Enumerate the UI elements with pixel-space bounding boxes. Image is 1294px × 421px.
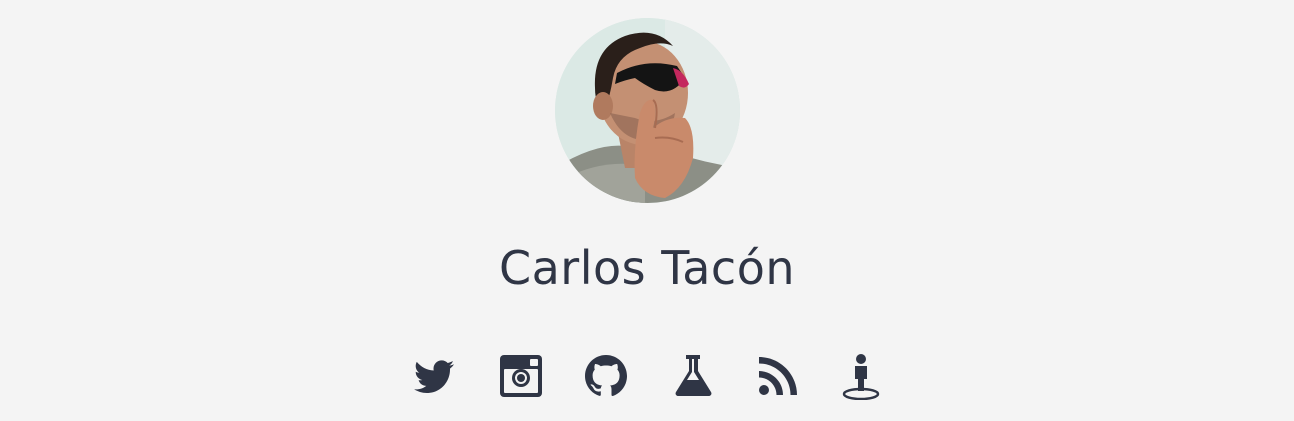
rss-icon (759, 357, 797, 395)
twitter-icon (414, 360, 454, 393)
github-link[interactable] (582, 352, 630, 400)
location-link[interactable] (837, 352, 885, 400)
rss-link[interactable] (754, 352, 802, 400)
avatar (555, 18, 740, 203)
instagram-icon (500, 355, 542, 397)
github-icon (585, 355, 627, 397)
avatar-photo (555, 18, 740, 203)
profile-card: Carlos Tacón (0, 0, 1294, 421)
person-location-icon (842, 354, 880, 400)
twitter-link[interactable] (410, 352, 458, 400)
instagram-link[interactable] (497, 352, 545, 400)
profile-name: Carlos Tacón (499, 241, 795, 295)
social-links (0, 352, 1294, 402)
lab-flask-icon (675, 355, 712, 396)
lab-link[interactable] (669, 352, 717, 400)
